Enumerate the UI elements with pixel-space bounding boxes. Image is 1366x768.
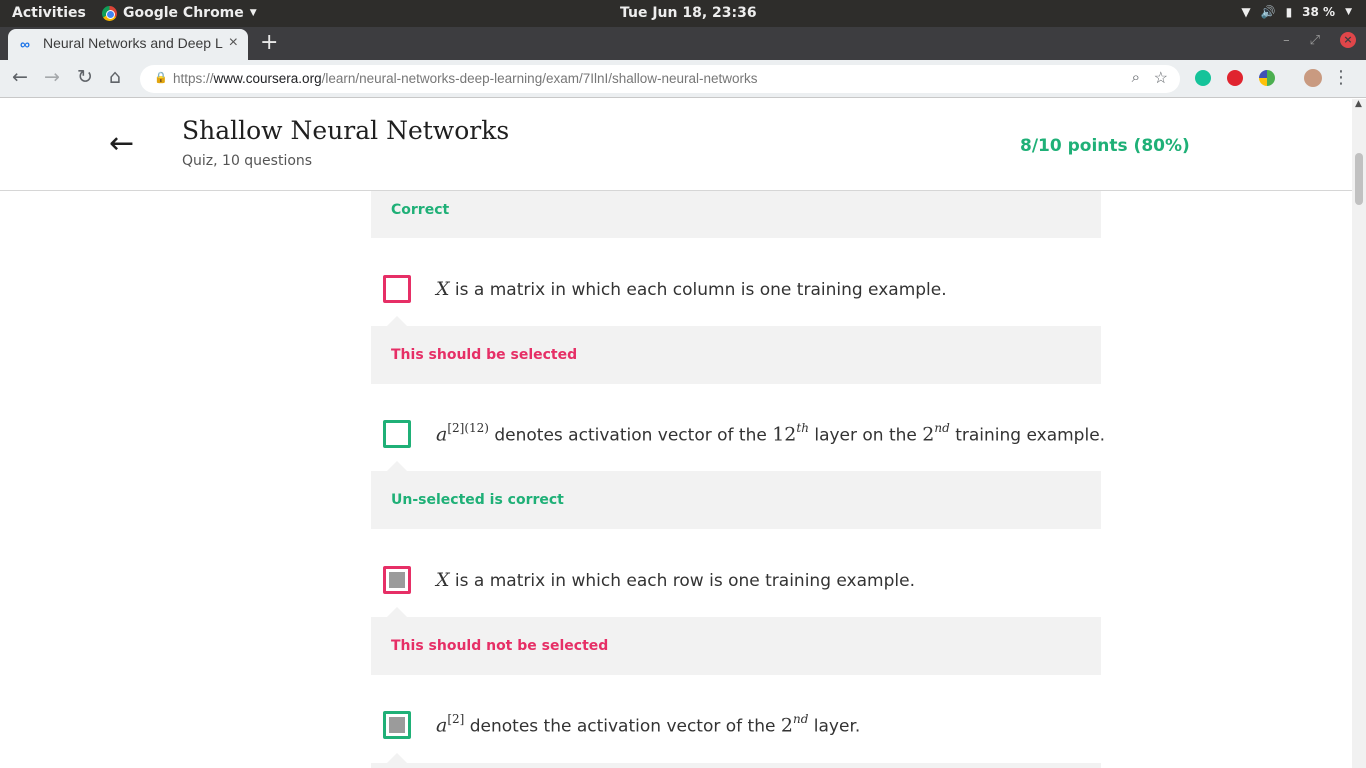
url-prefix: https:// — [173, 71, 214, 86]
checkbox-checked-fill — [389, 717, 405, 733]
grammarly-extension-icon[interactable] — [1195, 70, 1211, 86]
home-icon[interactable]: ⌂ — [109, 66, 121, 88]
caret-down-icon: ▼ — [1345, 7, 1352, 17]
caret-down-icon: ▼ — [249, 8, 257, 18]
checkbox[interactable] — [383, 275, 411, 303]
feedback-box: Un-selected is correct — [371, 461, 1101, 529]
feedback-pointer — [387, 461, 407, 471]
page-scrollbar[interactable]: ▲ — [1352, 99, 1366, 768]
browser-tab[interactable]: ∞ Neural Networks and Deep Learning × — [8, 29, 248, 60]
back-arrow-icon[interactable]: ← — [12, 66, 28, 88]
option-label: layer on the — [808, 425, 923, 446]
coursera-favicon-icon: ∞ — [20, 36, 30, 52]
system-tray[interactable]: ▼ 🔊 ▮ 38 % ▼ — [1241, 5, 1352, 19]
option-text: a[2](12) denotes activation vector of th… — [436, 421, 1106, 446]
address-bar[interactable]: 🔒 https://www.coursera.org/learn/neural-… — [140, 65, 1180, 93]
option-label: training example. — [949, 425, 1106, 446]
window-controls: – ⤢ × — [1283, 32, 1356, 48]
option-label: denotes activation vector of the — [488, 425, 773, 446]
checkbox[interactable] — [383, 711, 411, 739]
option-text: a[2] denotes the activation vector of th… — [436, 712, 861, 737]
quiz-subtitle: Quiz, 10 questions — [182, 153, 313, 169]
math-superscript: [2] — [447, 712, 465, 726]
bookmark-star-icon[interactable]: ☆ — [1154, 68, 1168, 88]
math-var: a — [436, 714, 448, 737]
tab-title: Neural Networks and Deep Learning — [43, 35, 223, 51]
checkbox-checked-fill — [389, 572, 405, 588]
option-label: is a matrix in which each row is one tra… — [449, 571, 915, 591]
option-label: denotes the activation vector of the — [464, 716, 781, 737]
feedback-text: This should not be selected — [391, 638, 609, 654]
math-number: 12 — [772, 423, 797, 446]
option-label: is a matrix in which each column is one … — [449, 280, 947, 300]
math-superscript: th — [796, 421, 809, 435]
answer-option[interactable]: X is a matrix in which each row is one t… — [383, 566, 1143, 596]
feedback-box: This should be selected — [371, 316, 1101, 384]
app-menu[interactable]: Google Chrome ▼ — [102, 5, 257, 21]
math-number: 2 — [922, 423, 935, 446]
math-superscript: nd — [792, 712, 809, 726]
tab-close-icon[interactable]: × — [229, 34, 238, 52]
url-text: https://www.coursera.org/learn/neural-ne… — [173, 71, 758, 86]
system-top-bar: Activities Google Chrome ▼ Tue Jun 18, 2… — [0, 0, 1366, 27]
reload-icon[interactable]: ↻ — [77, 66, 93, 88]
answer-option[interactable]: a[2] denotes the activation vector of th… — [383, 711, 1143, 741]
scroll-up-arrow-icon[interactable]: ▲ — [1355, 99, 1362, 109]
extension-icon[interactable] — [1259, 70, 1275, 86]
battery-percent: 38 % — [1302, 5, 1336, 19]
minimize-icon[interactable]: – — [1283, 33, 1290, 48]
stop-extension-icon[interactable] — [1227, 70, 1243, 86]
restore-icon[interactable]: ⤢ — [1310, 33, 1320, 48]
quiz-title: Shallow Neural Networks — [182, 116, 510, 145]
checkbox[interactable] — [383, 420, 411, 448]
activities-button[interactable]: Activities — [12, 5, 86, 21]
quiz-header: ← Shallow Neural Networks Quiz, 10 quest… — [0, 99, 1352, 191]
zoom-icon[interactable]: ⌕ — [1132, 69, 1140, 86]
scrollbar-thumb[interactable] — [1355, 153, 1363, 205]
page-content: ← Shallow Neural Networks Quiz, 10 quest… — [0, 99, 1352, 768]
chrome-menu-icon[interactable]: ⋮ — [1332, 67, 1350, 88]
feedback-text: Un-selected is correct — [391, 492, 564, 508]
feedback-box: This should not be selected — [371, 607, 1101, 675]
feedback-text: Correct — [391, 202, 450, 218]
answer-option[interactable]: a[2](12) denotes activation vector of th… — [383, 420, 1143, 450]
url-host: www.coursera.org — [213, 71, 322, 86]
answer-option[interactable]: X is a matrix in which each column is on… — [383, 275, 1143, 305]
chrome-logo-icon — [102, 5, 117, 21]
volume-icon: 🔊 — [1260, 5, 1276, 19]
lock-icon: 🔒 — [154, 72, 168, 84]
math-var: a — [436, 423, 448, 446]
math-var: X — [436, 569, 450, 591]
wifi-icon: ▼ — [1241, 5, 1251, 19]
forward-arrow-icon[interactable]: → — [44, 66, 60, 88]
new-tab-button[interactable]: + — [260, 30, 278, 55]
math-var: X — [436, 278, 450, 300]
quiz-score: 8/10 points (80%) — [1020, 136, 1190, 156]
option-text: X is a matrix in which each row is one t… — [436, 569, 915, 591]
clock[interactable]: Tue Jun 18, 23:36 — [620, 5, 757, 21]
math-superscript: [2](12) — [447, 421, 489, 435]
feedback-pointer — [387, 753, 407, 763]
battery-icon: ▮ — [1285, 5, 1293, 19]
feedback-pointer — [387, 607, 407, 617]
feedback-pointer — [387, 316, 407, 326]
checkbox[interactable] — [383, 566, 411, 594]
math-number: 2 — [780, 714, 793, 737]
option-label: layer. — [808, 716, 861, 737]
url-path: /learn/neural-networks-deep-learning/exa… — [321, 71, 758, 86]
back-arrow-icon[interactable]: ← — [109, 126, 134, 161]
tab-strip: ∞ Neural Networks and Deep Learning × + … — [0, 27, 1366, 60]
feedback-text: This should be selected — [391, 347, 578, 363]
browser-toolbar: ← → ↻ ⌂ 🔒 https://www.coursera.org/learn… — [0, 60, 1366, 98]
app-name: Google Chrome — [123, 5, 244, 21]
option-text: X is a matrix in which each column is on… — [436, 278, 947, 300]
math-superscript: nd — [934, 421, 950, 435]
feedback-box — [371, 753, 1101, 768]
window-close-icon[interactable]: × — [1340, 32, 1356, 48]
profile-avatar[interactable] — [1304, 69, 1322, 87]
